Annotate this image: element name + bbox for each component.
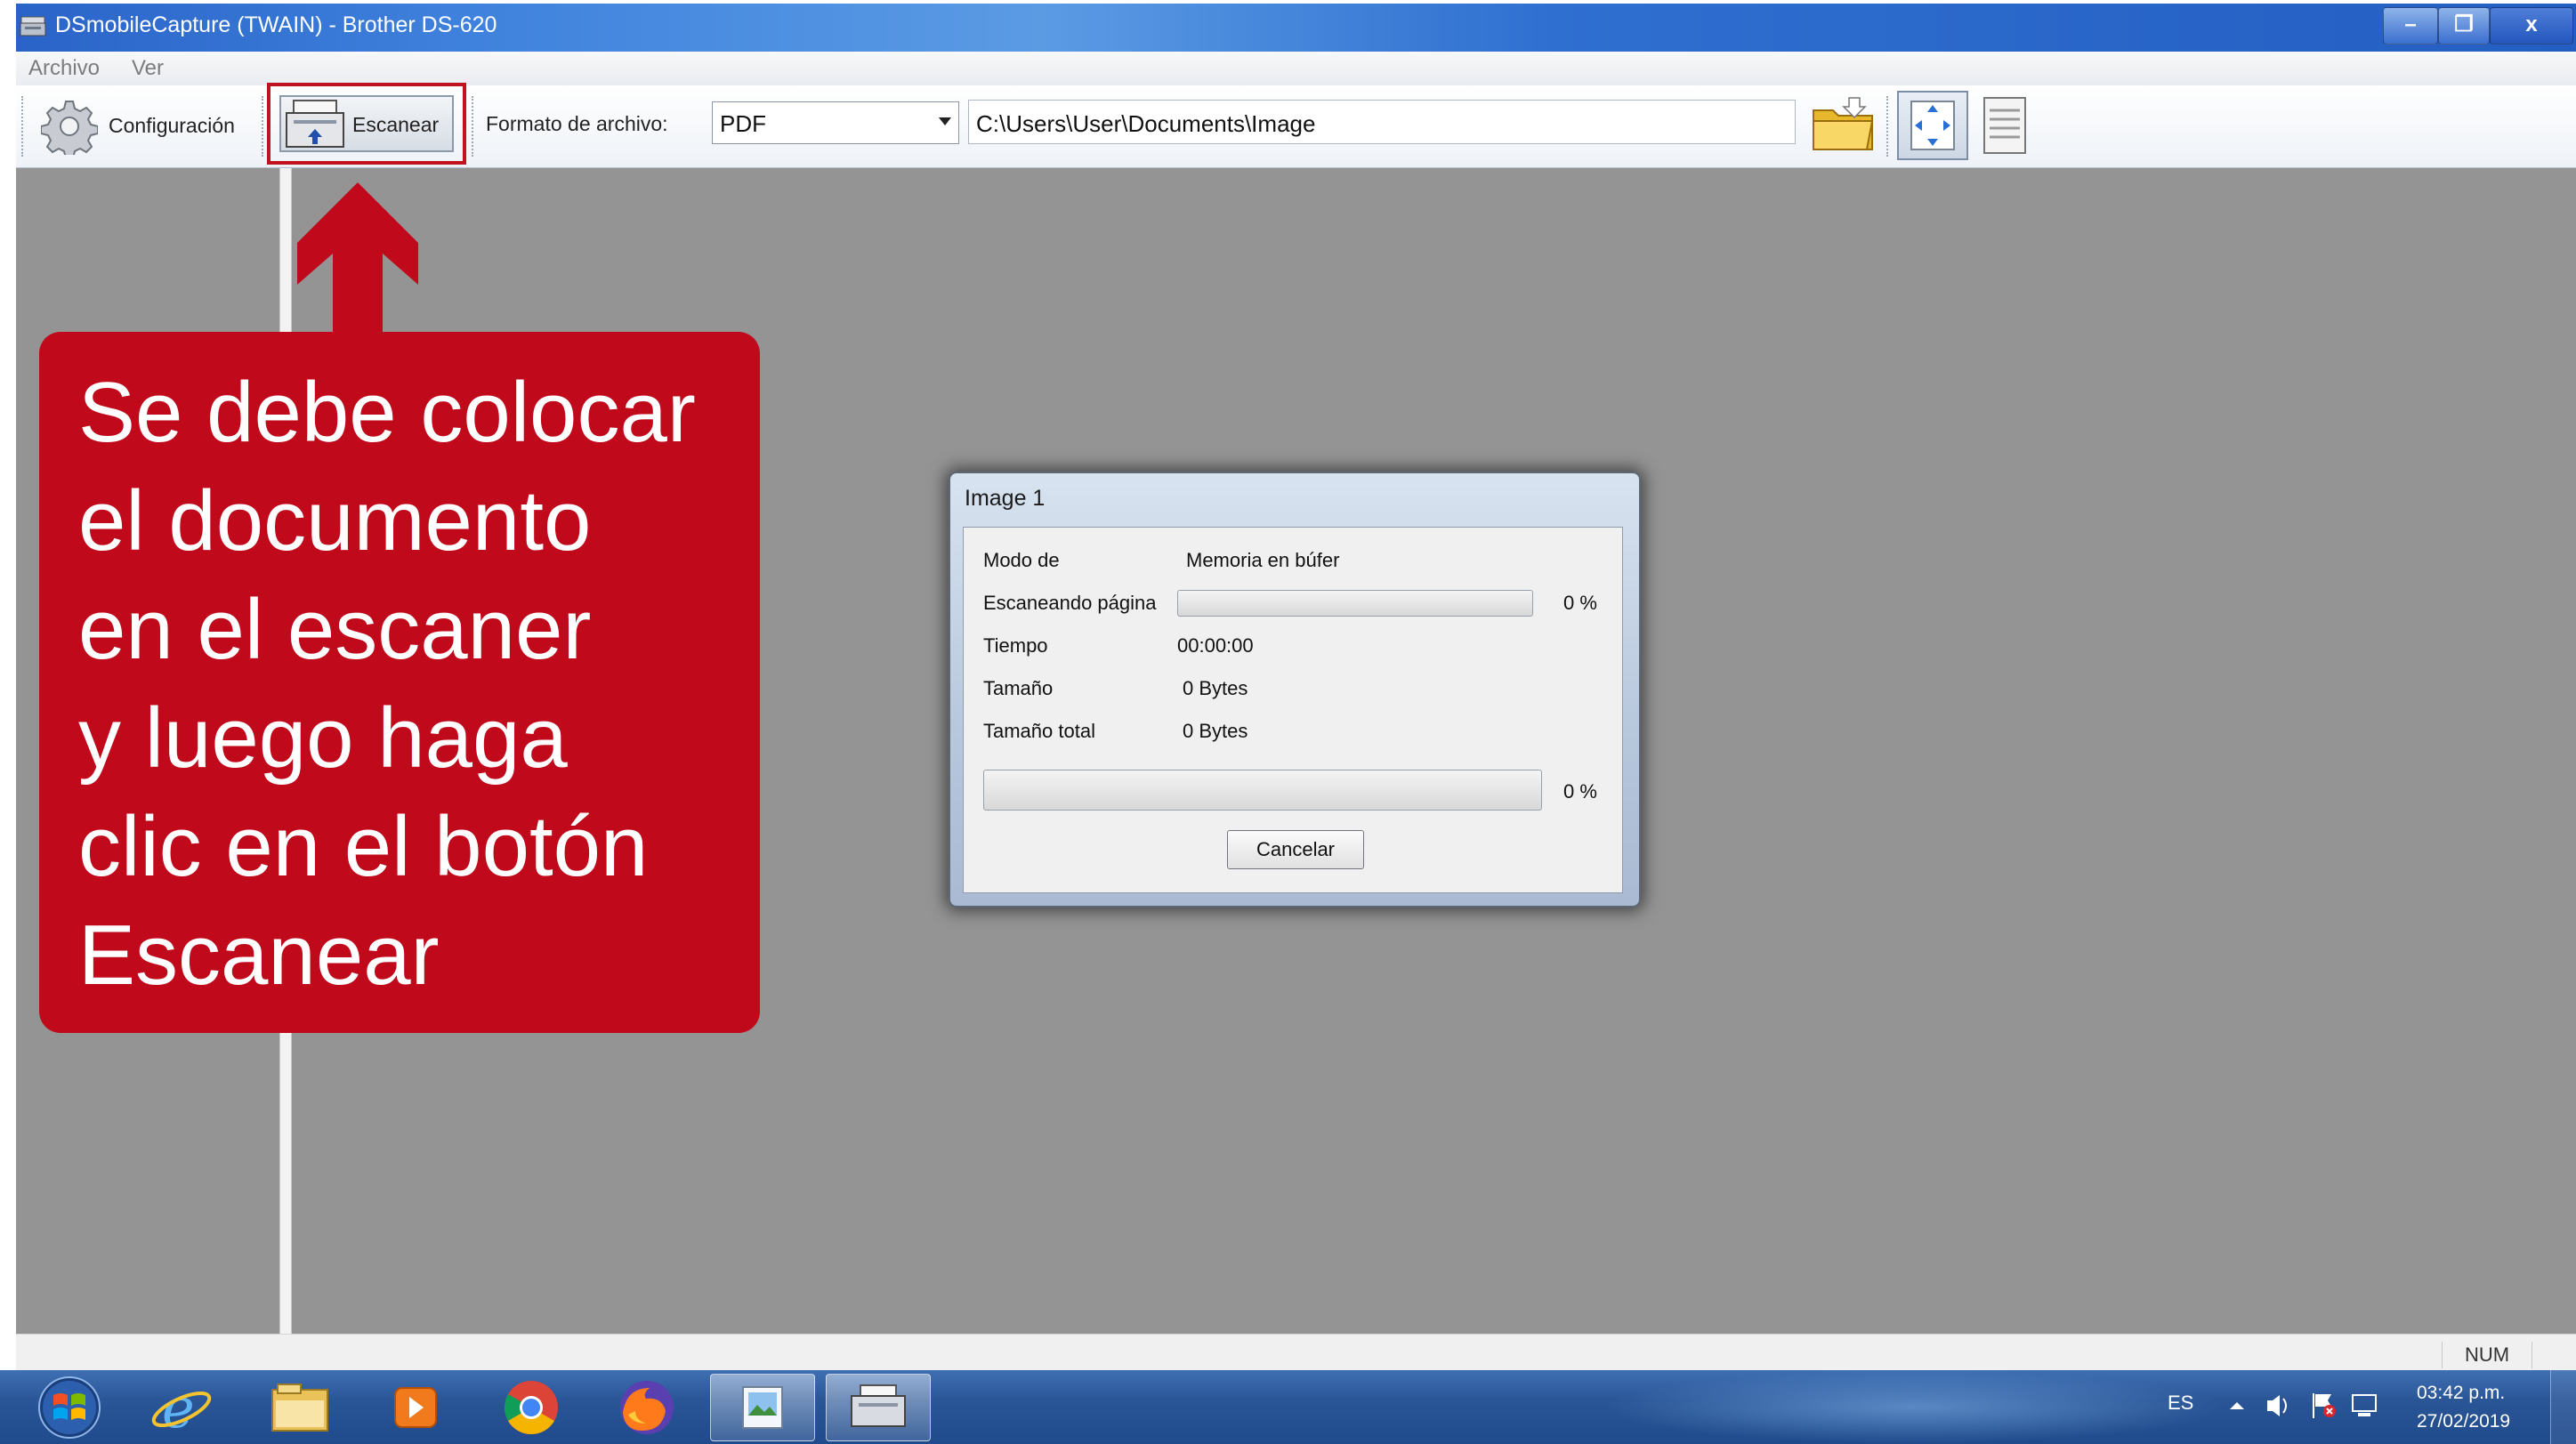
num-lock-indicator: NUM	[2442, 1342, 2532, 1368]
total-size-label: Tamaño total	[983, 720, 1095, 742]
taskbar-glow	[1602, 1370, 2225, 1444]
open-folder-icon[interactable]	[1810, 94, 1876, 153]
save-path-value: C:\Users\User\Documents\Image	[976, 110, 1316, 137]
single-page-icon[interactable]	[1979, 94, 2031, 157]
callout-line: en el escaner	[78, 582, 592, 677]
title-bar[interactable]: DSmobileCapture (TWAIN) - Brother DS-620…	[16, 4, 2576, 52]
scanning-page-label: Escaneando página	[983, 592, 1157, 614]
total-progress-bar	[983, 770, 1542, 811]
taskbar-firefox[interactable]	[594, 1374, 699, 1441]
callout-line: Escanear	[78, 908, 440, 1003]
callout-line: clic en el botón	[78, 799, 649, 894]
dialog-body: Modo de Memoria en búfer Escaneando pági…	[963, 527, 1623, 893]
file-format-value: PDF	[720, 110, 766, 137]
clock-time[interactable]: 03:42 p.m.	[2417, 1383, 2505, 1404]
time-label: Tiempo	[983, 634, 1048, 657]
configuration-button[interactable]: Configuración	[36, 93, 271, 158]
taskbar-chrome[interactable]	[479, 1374, 584, 1441]
configuration-label: Configuración	[109, 114, 235, 137]
menu-archivo[interactable]: Archivo	[28, 56, 100, 81]
size-label: Tamaño	[983, 677, 1054, 699]
close-button[interactable]: x	[2490, 7, 2573, 44]
cancel-button[interactable]: Cancelar	[1227, 830, 1364, 869]
scan-progress-dialog: Image 1 Modo de Memoria en búfer Escanea…	[949, 472, 1641, 908]
minimize-button[interactable]: –	[2383, 7, 2438, 44]
file-explorer-icon	[271, 1383, 328, 1432]
instruction-callout: Se debe colocar el documento en el escan…	[39, 332, 760, 1033]
page-progress-percent: 0 %	[1563, 592, 1597, 614]
scan-button[interactable]: Escanear	[279, 95, 454, 152]
callout-line: el documento	[78, 473, 592, 569]
toolbar: Configuración Escanear Formato de archiv…	[16, 83, 2576, 168]
save-path-field[interactable]: C:\Users\User\Documents\Image	[968, 100, 1796, 144]
toolbar-separator	[472, 96, 473, 157]
start-orb-icon[interactable]	[27, 1374, 112, 1441]
scanner-app-icon	[851, 1384, 906, 1427]
callout-line: y luego haga	[78, 690, 568, 786]
svg-text:e: e	[162, 1375, 195, 1440]
callout-arrow-up-icon	[297, 182, 418, 338]
scan-button-highlight: Escanear	[267, 83, 466, 165]
time-value: 00:00:00	[1177, 634, 1254, 657]
total-progress-percent: 0 %	[1563, 780, 1597, 803]
media-player-icon	[394, 1387, 437, 1428]
fit-page-button[interactable]	[1897, 91, 1968, 160]
internet-explorer-icon: e	[151, 1375, 212, 1440]
scanner-icon	[286, 100, 344, 148]
size-value: 0 Bytes	[1183, 677, 1248, 699]
scanner-app-icon	[20, 16, 46, 36]
photo-viewer-icon	[742, 1386, 783, 1429]
chrome-icon	[504, 1381, 558, 1435]
toolbar-grip	[21, 96, 23, 157]
menu-ver[interactable]: Ver	[132, 56, 164, 81]
total-size-value: 0 Bytes	[1183, 720, 1248, 742]
mode-value: Memoria en búfer	[1186, 549, 1340, 571]
toolbar-separator	[262, 96, 263, 157]
chevron-down-icon	[939, 117, 951, 125]
system-tray-icons[interactable]	[2221, 1386, 2390, 1425]
show-hidden-icons-icon	[2230, 1402, 2244, 1409]
mode-label: Modo de	[983, 549, 1060, 571]
file-format-select[interactable]: PDF	[712, 101, 959, 144]
callout-line: Se debe colocar	[78, 365, 696, 460]
taskbar-file-explorer[interactable]	[247, 1374, 352, 1441]
taskbar-internet-explorer[interactable]: e	[130, 1374, 235, 1441]
taskbar-photo-viewer[interactable]	[710, 1374, 815, 1441]
fit-page-icon	[1910, 101, 1955, 150]
restore-button[interactable]: ❐	[2438, 7, 2490, 44]
show-desktop-button[interactable]	[2550, 1370, 2576, 1444]
volume-icon	[2267, 1395, 2287, 1416]
taskbar-media-player[interactable]	[363, 1374, 468, 1441]
language-indicator[interactable]: ES	[2168, 1392, 2193, 1415]
clock-date[interactable]: 27/02/2019	[2417, 1411, 2510, 1432]
scan-label: Escanear	[352, 113, 440, 136]
status-bar: NUM	[16, 1334, 2576, 1371]
network-icon	[2352, 1394, 2377, 1416]
taskbar: e ES 03:42 p.m. 27/02/2019	[0, 1370, 2576, 1444]
desktop-screen: DSmobileCapture (TWAIN) - Brother DS-620…	[0, 0, 2576, 1444]
window-title: DSmobileCapture (TWAIN) - Brother DS-620	[55, 12, 497, 37]
dialog-title: Image 1	[965, 486, 1046, 511]
action-center-flag-icon	[2313, 1393, 2336, 1418]
taskbar-scanner-app[interactable]	[826, 1374, 931, 1441]
file-format-label: Formato de archivo:	[486, 112, 668, 135]
toolbar-separator	[1886, 96, 1888, 157]
page-progress-bar	[1177, 590, 1533, 617]
firefox-icon	[620, 1381, 674, 1434]
gear-icon	[41, 101, 98, 155]
menu-bar: Archivo Ver	[16, 52, 2576, 86]
